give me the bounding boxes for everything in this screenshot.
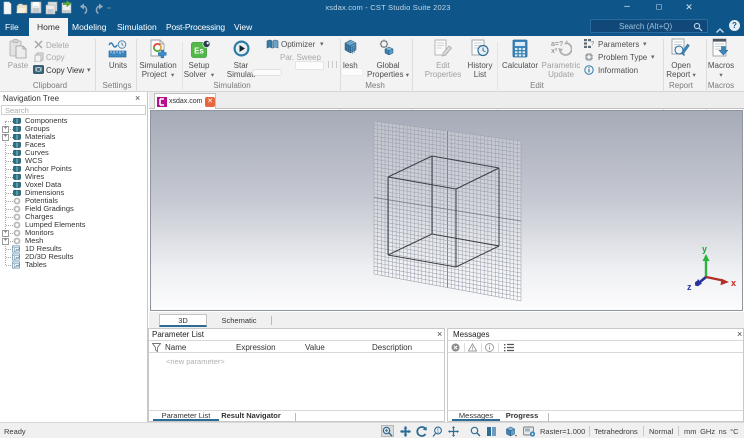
svg-text:a=?: a=?: [551, 41, 563, 48]
svg-text:x²: x²: [551, 48, 558, 55]
svg-text:1: 1: [437, 429, 440, 435]
svg-text:y: y: [702, 244, 707, 254]
svg-text:z: z: [687, 282, 692, 292]
svg-text:x: x: [731, 278, 736, 288]
svg-text:Es: Es: [194, 47, 204, 56]
svg-text:?: ?: [591, 42, 594, 48]
